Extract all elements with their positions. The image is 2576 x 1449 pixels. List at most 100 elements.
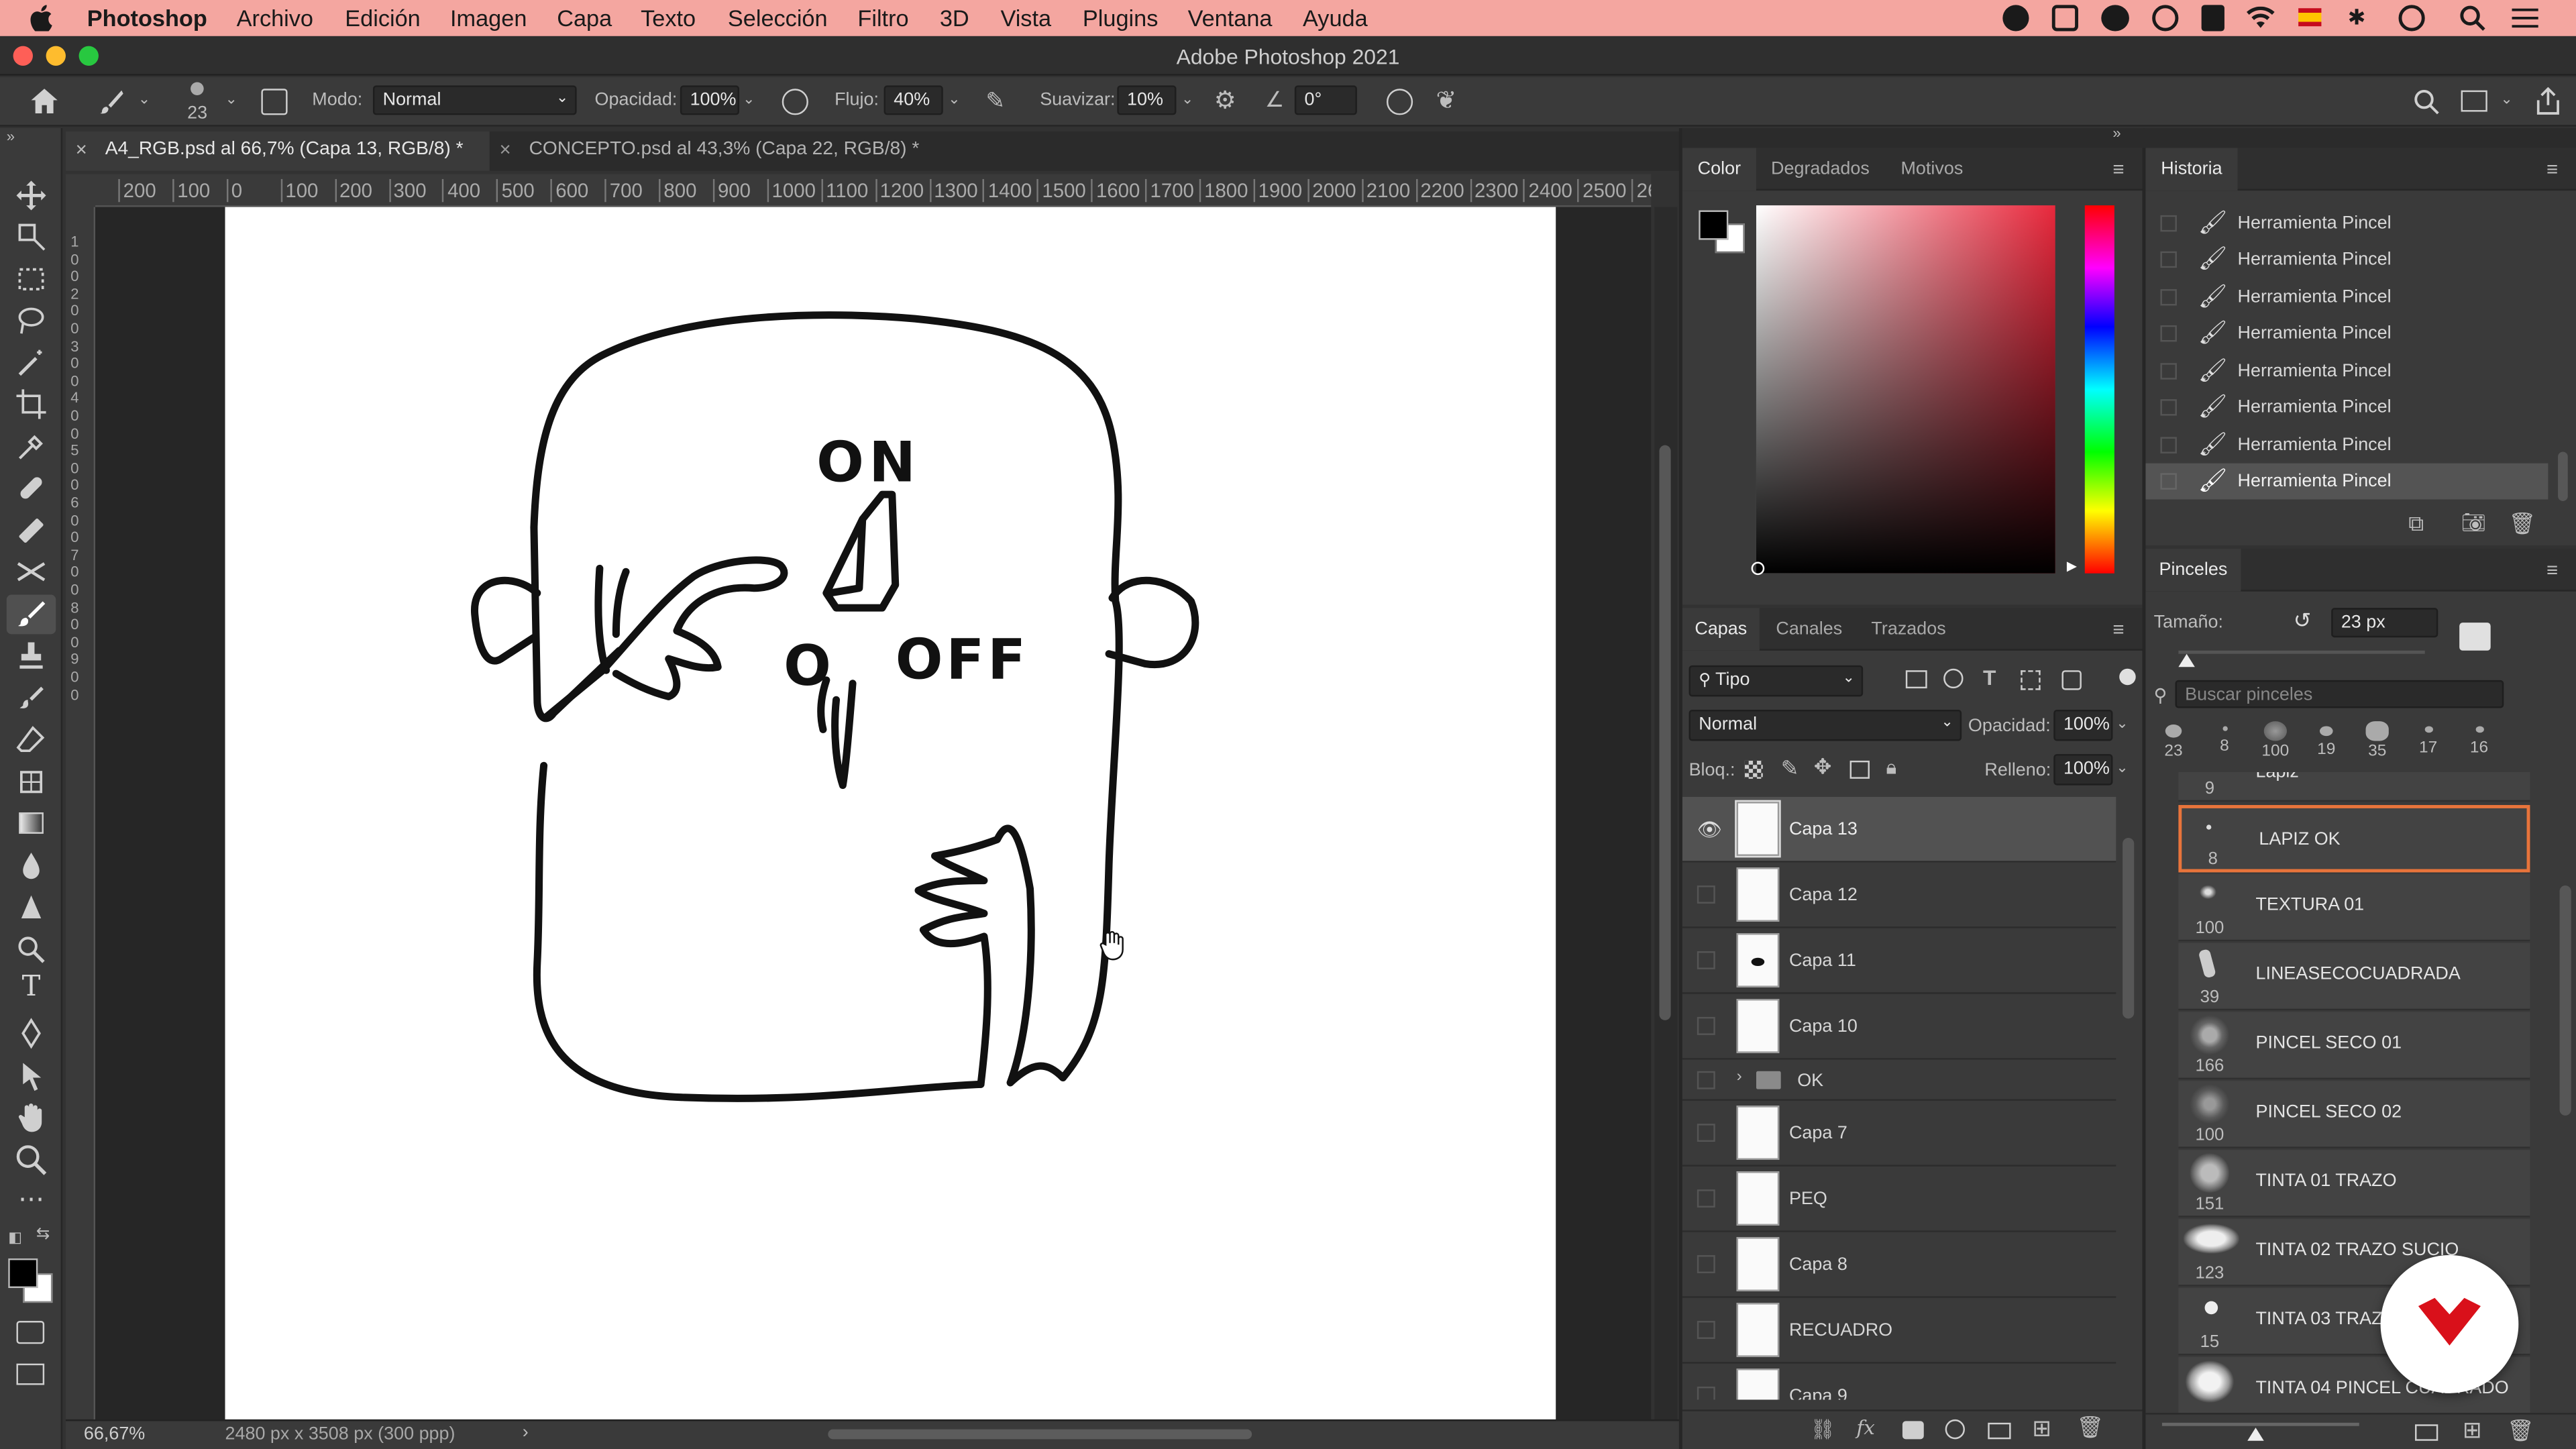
chevron-down-icon[interactable]: ⌄ xyxy=(138,91,150,109)
smooth-input[interactable]: 10% xyxy=(1117,85,1177,115)
mode-select[interactable]: Normal ⌄ xyxy=(372,85,577,115)
bluetooth-icon[interactable]: ✱ xyxy=(2348,5,2366,31)
tab-degradados[interactable]: Degradados xyxy=(1771,148,1870,191)
color-saturation-field[interactable] xyxy=(1756,205,2055,574)
filter-toggle[interactable] xyxy=(2119,668,2136,686)
new-layer-icon[interactable]: ⊞ xyxy=(2032,1415,2051,1443)
brush-preset[interactable]: 17 xyxy=(2407,716,2450,772)
brush-tool-preset-icon[interactable] xyxy=(99,89,125,115)
workspace-icon[interactable] xyxy=(2461,90,2487,112)
visibility-toggle[interactable] xyxy=(1697,1124,1715,1142)
screen-mode-icon[interactable] xyxy=(16,1363,45,1385)
path-pen-tool-icon[interactable] xyxy=(13,1015,50,1051)
gear-icon[interactable]: ⚙ xyxy=(1214,85,1236,115)
panel-divider[interactable] xyxy=(1678,128,1682,1449)
layer-row[interactable]: Capa 10 xyxy=(1682,994,2116,1060)
layer-row[interactable]: RECUADRO xyxy=(1682,1298,2116,1364)
visibility-toggle[interactable] xyxy=(1697,1320,1715,1339)
chevron-down-icon[interactable]: ⌄ xyxy=(948,91,960,109)
brush-preset[interactable]: 16 xyxy=(2458,716,2501,772)
brush-list-item[interactable]: LINEASECOCUADRADA 39 xyxy=(2178,943,2530,1011)
pressure-opacity-icon[interactable] xyxy=(782,89,808,115)
pressure-size-icon[interactable] xyxy=(1386,89,1413,115)
lock-all-icon[interactable]: 🔒︎ xyxy=(1886,756,1896,781)
filter-smart-object-icon[interactable] xyxy=(2061,670,2082,690)
history-item[interactable]: 🖌︎ Herramienta Pincel xyxy=(2145,241,2548,278)
control-center-icon[interactable] xyxy=(2510,7,2540,30)
shield-icon[interactable] xyxy=(2201,5,2224,32)
menu-seleccion[interactable]: Selección xyxy=(728,5,828,31)
brush-tool-icon[interactable] xyxy=(13,596,50,633)
filter-pixel-icon[interactable] xyxy=(1905,670,1927,689)
new-brush-preset-icon[interactable]: ⊞ xyxy=(2463,1416,2482,1444)
home-icon[interactable] xyxy=(30,87,59,115)
artboard-tool-icon[interactable] xyxy=(13,219,50,255)
opacity-input[interactable]: 100% xyxy=(680,85,740,115)
lock-artboard-icon[interactable] xyxy=(1849,760,1870,779)
layers-scroll-thumb[interactable] xyxy=(2123,837,2135,1019)
history-source-checkbox[interactable] xyxy=(2160,399,2177,416)
brush-preset[interactable]: 35 xyxy=(2356,716,2399,772)
lasso-tool-icon[interactable] xyxy=(13,303,50,339)
wifi-icon[interactable] xyxy=(2246,6,2275,30)
apple-icon[interactable] xyxy=(30,5,52,32)
menu-edicion[interactable]: Edición xyxy=(345,5,420,31)
app-status-icon[interactable] xyxy=(2101,5,2129,32)
fx-icon[interactable]: fx xyxy=(1856,1416,1874,1439)
layer-row[interactable]: Capa 7 xyxy=(1682,1101,2116,1167)
menu-filtro[interactable]: Filtro xyxy=(857,5,908,31)
symmetry-icon[interactable]: ❦ xyxy=(1436,85,1456,115)
history-item[interactable]: 🖌︎ Herramienta Pincel xyxy=(2145,315,2548,352)
menu-ventana[interactable]: Ventana xyxy=(1188,5,1273,31)
default-colors-icon[interactable]: ◧ xyxy=(8,1229,22,1247)
tab-historia[interactable]: Historia xyxy=(2145,148,2238,191)
path-selection-tool-icon[interactable] xyxy=(13,1058,50,1094)
healing-brush-tool-icon[interactable] xyxy=(13,470,50,506)
magic-wand-tool-icon[interactable] xyxy=(13,345,50,381)
patch-tool-icon[interactable] xyxy=(13,513,50,549)
zoom-readout[interactable]: 66,67% xyxy=(84,1424,145,1444)
color-picker-handle[interactable] xyxy=(1751,561,1765,576)
menu-ayuda[interactable]: Ayuda xyxy=(1303,5,1368,31)
history-item[interactable]: 🖌︎ Herramienta Pincel xyxy=(2145,205,2548,241)
size-slider-track[interactable] xyxy=(2178,650,2425,654)
brush-preset[interactable]: 100 xyxy=(2254,716,2297,772)
scroll-track[interactable] xyxy=(1654,207,1678,1419)
content-aware-move-icon[interactable] xyxy=(13,553,50,590)
blend-mode-select[interactable]: Normal ⌄ xyxy=(1688,709,1962,741)
layer-row[interactable]: PEQ xyxy=(1682,1167,2116,1232)
new-group-icon[interactable] xyxy=(1988,1422,2011,1440)
brush-preset[interactable]: 8 xyxy=(2203,716,2246,772)
reset-size-icon[interactable]: ↺ xyxy=(2294,608,2312,634)
brush-list-item[interactable]: Lapiz 9 xyxy=(2178,772,2530,802)
paint-bucket-tool-icon[interactable] xyxy=(13,764,50,800)
panel-menu-icon[interactable]: ≡ xyxy=(2112,618,2124,641)
chevron-down-icon[interactable]: ⌄ xyxy=(1181,91,1193,109)
crop-tool-icon[interactable] xyxy=(13,386,50,423)
brush-list-item[interactable]: LAPIZ OK 8 xyxy=(2178,805,2530,873)
tab-motivos[interactable]: Motivos xyxy=(1900,148,1963,191)
add-mask-icon[interactable] xyxy=(1902,1421,1924,1440)
trash-icon[interactable]: 🗑︎ xyxy=(2507,1417,2534,1444)
creative-cloud-icon[interactable] xyxy=(2002,5,2029,32)
visibility-toggle[interactable] xyxy=(1697,1189,1715,1208)
history-source-checkbox[interactable] xyxy=(2160,289,2177,306)
filter-shape-icon[interactable] xyxy=(2021,670,2041,690)
eraser-tool-icon[interactable] xyxy=(13,721,50,757)
move-tool-icon[interactable] xyxy=(13,177,50,213)
spotify-icon[interactable] xyxy=(2152,5,2179,32)
panel-menu-icon[interactable]: ≡ xyxy=(2112,158,2124,180)
menu-archivo[interactable]: Archivo xyxy=(237,5,313,31)
history-item[interactable]: 🖌︎ Herramienta Pincel xyxy=(2145,427,2548,464)
dodge-tool-icon[interactable] xyxy=(13,889,50,925)
history-source-checkbox[interactable] xyxy=(2160,325,2177,342)
layer-row[interactable]: Capa 12 xyxy=(1682,863,2116,928)
brush-list-item[interactable]: PINCEL SECO 02 100 xyxy=(2178,1081,2530,1148)
more-tools-icon[interactable]: ⋯ xyxy=(13,1183,50,1219)
layer-row[interactable]: 👁︎ Capa 13 xyxy=(1682,796,2116,863)
panel-menu-icon[interactable]: ≡ xyxy=(2546,559,2558,582)
screen-record-icon[interactable] xyxy=(2051,5,2078,32)
layer-row[interactable]: Capa 11 xyxy=(1682,928,2116,994)
visibility-toggle[interactable] xyxy=(1697,951,1715,969)
tab-capas[interactable]: Capas xyxy=(1682,608,1760,651)
